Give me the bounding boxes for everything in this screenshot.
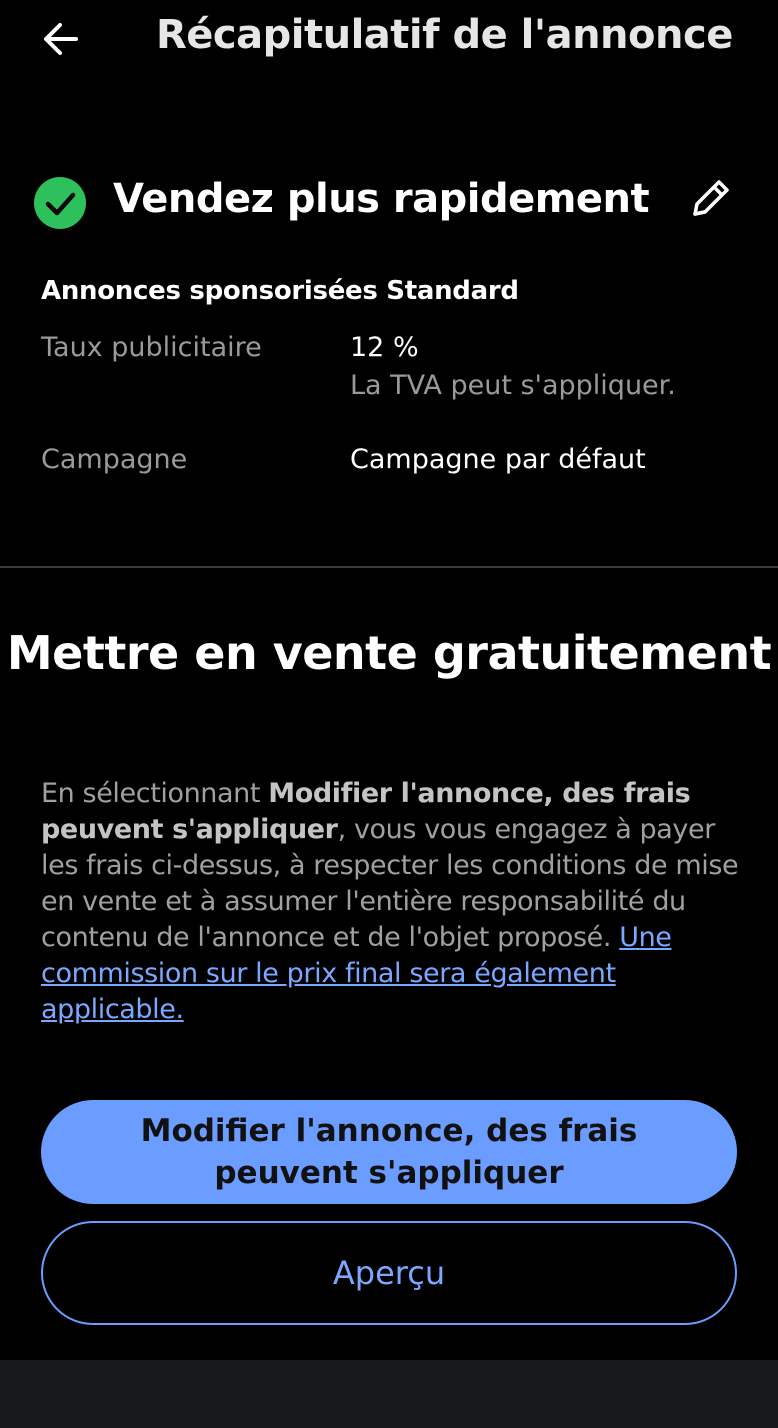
terms-text: En sélectionnant Modifier l'annonce, des…	[41, 776, 741, 1028]
preview-button[interactable]: Aperçu	[41, 1221, 737, 1325]
edit-promotion-button[interactable]	[687, 174, 735, 222]
back-button[interactable]	[38, 16, 84, 62]
app-header: Récapitulatif de l'annonce	[0, 0, 778, 80]
plan-name: Annonces sponsorisées Standard	[41, 276, 519, 306]
ad-rate-value: 12 %	[350, 332, 419, 363]
modify-listing-button[interactable]: Modifier l'annonce, des frais peuvent s'…	[41, 1100, 737, 1204]
ad-rate-label: Taux publicitaire	[41, 332, 262, 363]
promotion-title: Vendez plus rapidement	[113, 176, 650, 222]
section-divider	[0, 566, 778, 568]
listing-title: Mettre en vente gratuitement	[6, 626, 772, 680]
page-title: Récapitulatif de l'annonce	[156, 12, 733, 58]
promotion-header: Vendez plus rapidement	[33, 174, 743, 230]
pencil-icon	[693, 180, 729, 216]
ad-rate-note: La TVA peut s'appliquer.	[350, 370, 676, 401]
campaign-label: Campagne	[41, 444, 188, 475]
check-circle-icon	[34, 177, 86, 229]
modify-listing-button-label: Modifier l'annonce, des frais peuvent s'…	[140, 1113, 638, 1191]
bottom-navigation-bar	[0, 1360, 778, 1428]
arrow-left-icon	[44, 23, 78, 55]
terms-prefix: En sélectionnant	[41, 778, 269, 809]
campaign-value: Campagne par défaut	[350, 444, 646, 475]
preview-button-label: Aperçu	[332, 1254, 446, 1292]
